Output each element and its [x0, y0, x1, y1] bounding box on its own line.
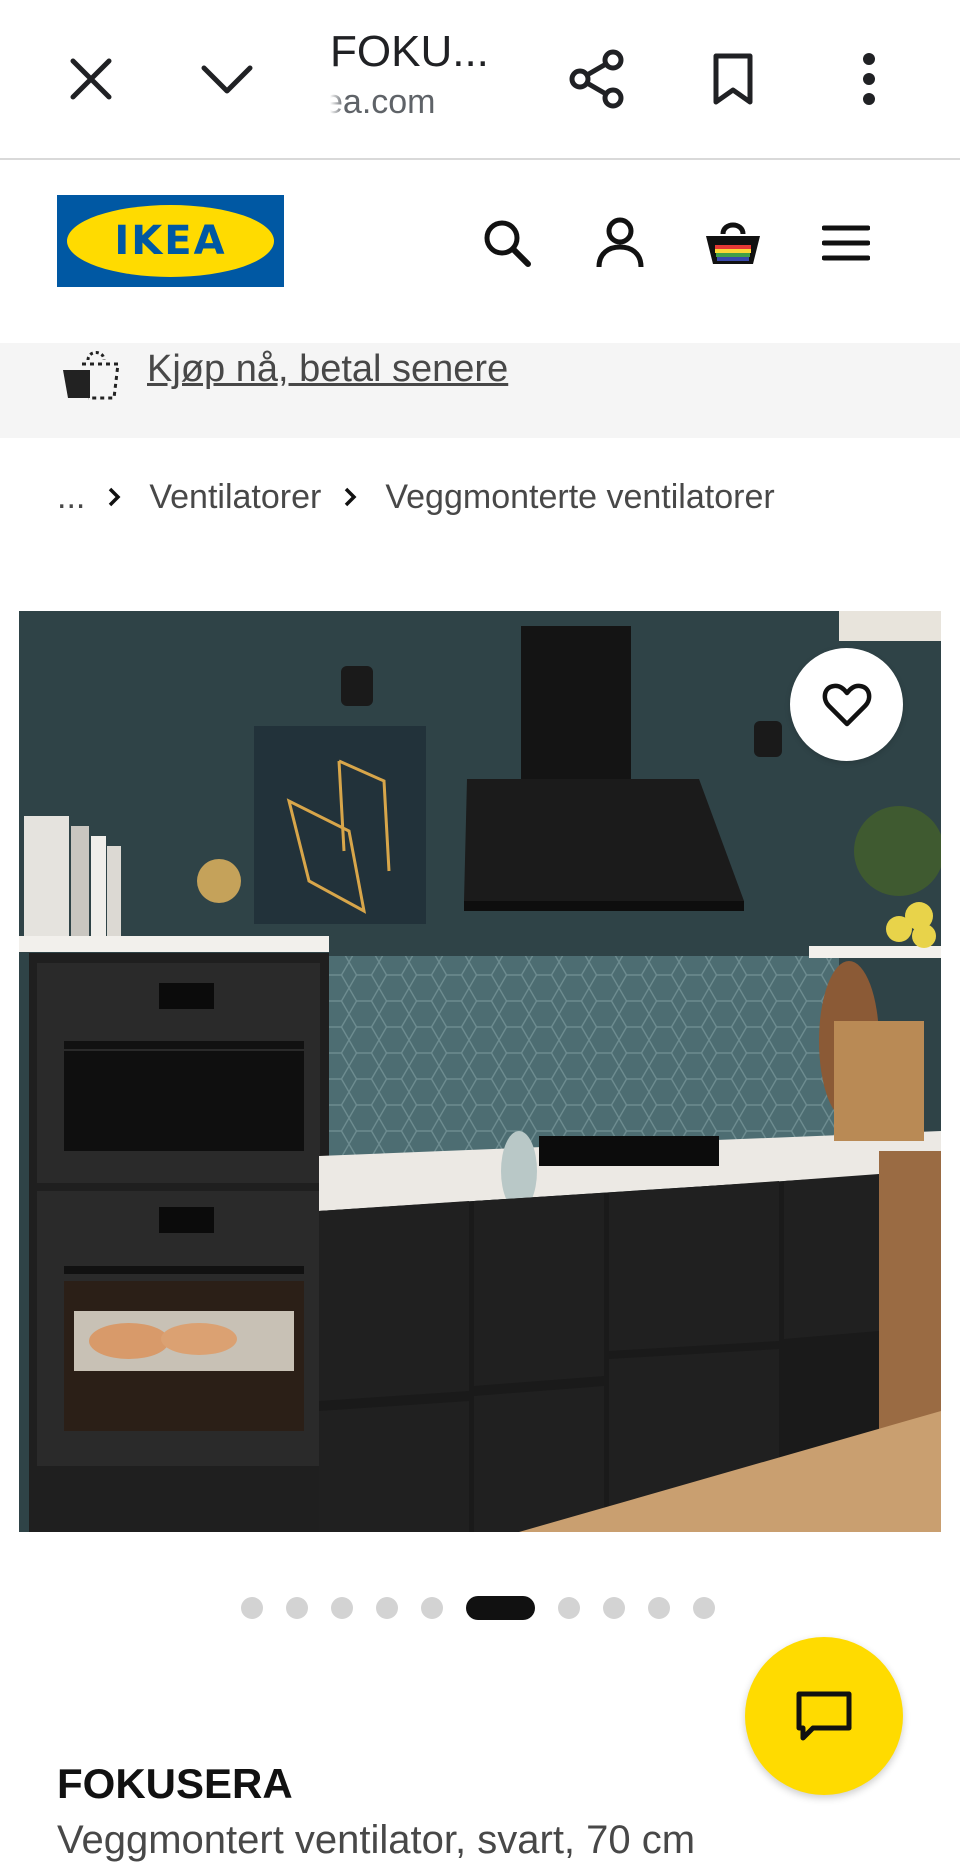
close-icon[interactable] [51, 39, 131, 119]
carousel-dot[interactable] [693, 1597, 715, 1619]
menu-icon[interactable] [806, 203, 886, 283]
favorite-button[interactable] [790, 648, 903, 761]
breadcrumb-item-veggmonterte[interactable]: Veggmonterte ventilatorer [385, 478, 774, 517]
product-name: FOKUSERA [57, 1760, 293, 1807]
page-url: ea.com [330, 83, 436, 121]
pay-later-link[interactable]: Kjøp nå, betal senere [147, 343, 508, 395]
chat-button[interactable] [745, 1637, 903, 1795]
heart-icon [822, 683, 871, 726]
kitchen-scene-illustration [19, 611, 941, 1532]
logo-text: IKEA [114, 218, 227, 264]
browser-toolbar: FOKU... ea.com [0, 0, 960, 160]
carousel-dot[interactable] [376, 1597, 398, 1619]
url-fade [330, 90, 344, 140]
more-vert-icon[interactable] [829, 39, 909, 119]
cart-icon[interactable] [693, 203, 773, 283]
page-title: FOKU... [330, 27, 489, 76]
carousel-dot[interactable] [286, 1597, 308, 1619]
chevron-right-icon [343, 478, 363, 517]
carousel-dot-active[interactable] [466, 1596, 535, 1620]
carousel-dot[interactable] [603, 1597, 625, 1619]
breadcrumb: ... Ventilatorer Veggmonterte ventilator… [57, 472, 775, 522]
chat-icon [796, 1691, 852, 1741]
search-icon[interactable] [467, 203, 547, 283]
account-icon[interactable] [580, 203, 660, 283]
carousel-dot[interactable] [331, 1597, 353, 1619]
carousel-dot[interactable] [241, 1597, 263, 1619]
bookmark-icon[interactable] [693, 39, 773, 119]
chevron-down-icon[interactable] [187, 39, 267, 119]
breadcrumb-ellipsis[interactable]: ... [57, 478, 85, 517]
logo-oval: IKEA [67, 205, 274, 277]
carousel-pagination [241, 1596, 738, 1620]
breadcrumb-item-ventilatorer[interactable]: Ventilatorer [149, 478, 321, 517]
promo-banner: Kjøp nå, betal senere [0, 343, 960, 438]
site-header: IKEA [0, 160, 960, 342]
carousel-dot[interactable] [421, 1597, 443, 1619]
share-icon[interactable] [557, 39, 637, 119]
product-description: Veggmontert ventilator, svart, 70 cm [57, 1818, 696, 1862]
page-title-area[interactable]: FOKU... ea.com [330, 24, 510, 144]
chevron-right-icon [107, 478, 127, 517]
product-image[interactable] [19, 611, 941, 1532]
ikea-logo[interactable]: IKEA [57, 195, 284, 287]
pay-later-icon [60, 348, 122, 402]
carousel-dot[interactable] [558, 1597, 580, 1619]
carousel-dot[interactable] [648, 1597, 670, 1619]
